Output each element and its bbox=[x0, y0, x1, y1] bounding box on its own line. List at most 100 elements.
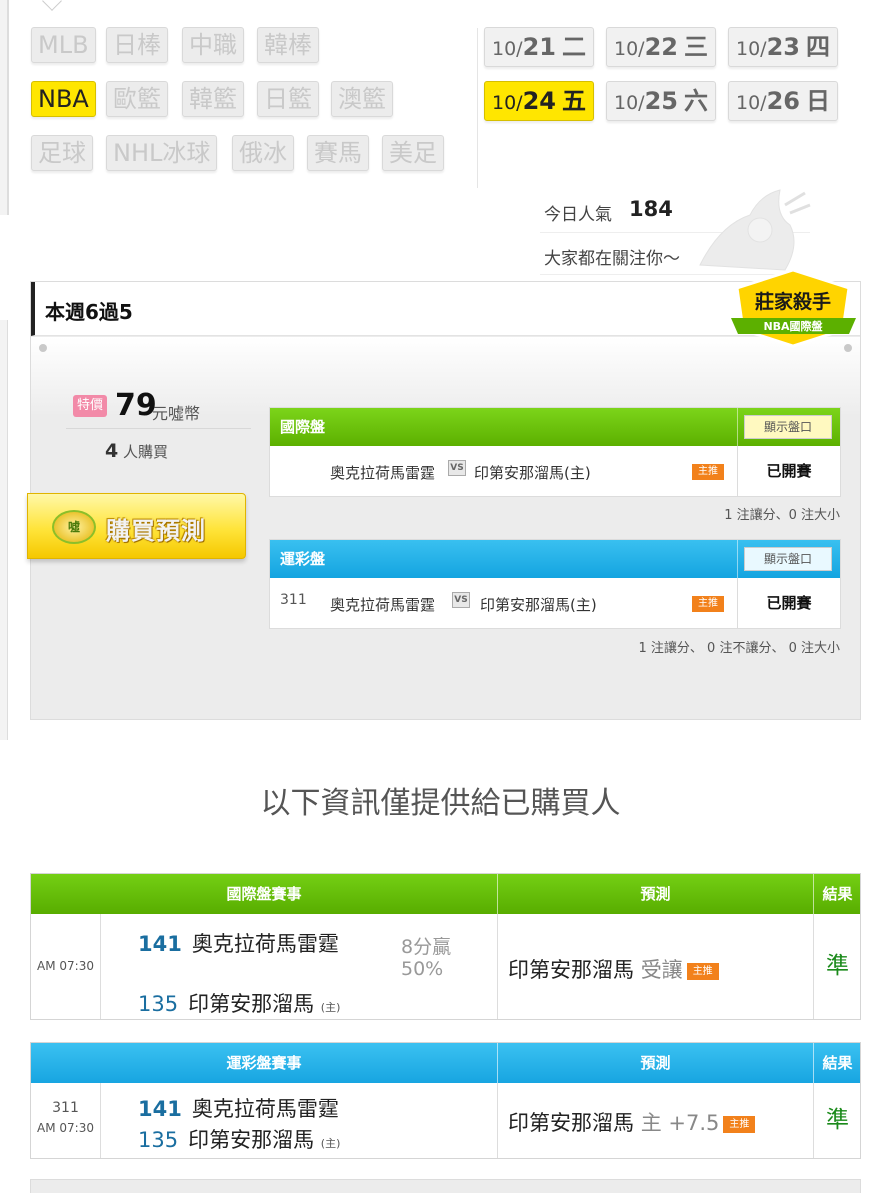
intl-result-header: 國際盤賽事 預測 結果 bbox=[31, 874, 860, 914]
date-month: 10/ bbox=[735, 92, 767, 114]
sale-tag: 特價 bbox=[73, 395, 107, 417]
game-number: 311 bbox=[280, 592, 307, 608]
next-panel bbox=[30, 1179, 861, 1193]
left-edge bbox=[0, 320, 8, 740]
date-day: 21 bbox=[522, 33, 556, 61]
sport-tab-korea-basketball[interactable]: 韓籃 bbox=[182, 81, 244, 117]
weekly-title: 本週6過5 bbox=[45, 300, 133, 324]
home-pick-tag: 主推 bbox=[692, 596, 724, 612]
date-month: 10/ bbox=[491, 38, 523, 60]
sport-tab-aus-basketball[interactable]: 澳籃 bbox=[331, 81, 393, 117]
date-month: 10/ bbox=[613, 92, 645, 114]
lottery-result-header: 運彩盤賽事 預測 結果 bbox=[31, 1043, 860, 1083]
price-unit: 元噓幣 bbox=[152, 404, 201, 423]
buy-prediction-label: 購買預測 bbox=[106, 517, 206, 545]
pick-row: 311 奧克拉荷馬雷霆 VS 印第安那溜馬(主) 主推 已開賽 bbox=[270, 578, 840, 628]
sport-tab-japan-basketball[interactable]: 日籃 bbox=[257, 81, 319, 117]
sport-tab-euro-basketball[interactable]: 歐籃 bbox=[106, 81, 168, 117]
sport-tab-kbo[interactable]: 韓棒 bbox=[257, 27, 319, 63]
buyer-label: 人購買 bbox=[123, 443, 169, 461]
date-tab[interactable]: 10/22 三 bbox=[606, 27, 716, 67]
col-result: 結果 bbox=[813, 874, 861, 914]
divider bbox=[477, 28, 478, 188]
col-result: 結果 bbox=[813, 1043, 861, 1083]
home-pick-tag: 主推 bbox=[692, 464, 724, 480]
sport-tab-khl[interactable]: 俄冰 bbox=[232, 135, 294, 171]
home-team-name: 印第安那溜馬 bbox=[188, 1128, 315, 1152]
away-team-number: 141 bbox=[138, 932, 182, 956]
weekly-record-panel: 本週6過5 莊家殺手 NBA國際盤 特價 79 元噓幣 4 人購買 噓 購買預測… bbox=[27, 268, 861, 720]
game-number: 311 bbox=[52, 1100, 79, 1116]
mascot-icon bbox=[699, 189, 811, 271]
home-team-line: 135 印第安那溜馬 (主) bbox=[138, 988, 340, 1018]
table-row: 311 AM 07:30 141 奧克拉荷馬雷霆 135 印第安那溜馬 (主) 印第… bbox=[31, 1083, 860, 1158]
sport-tab-npb[interactable]: 日棒 bbox=[106, 27, 168, 63]
coin-icon: 噓 bbox=[52, 510, 96, 544]
buyer-count: 4 人購買 bbox=[105, 440, 168, 462]
game-time-cell: 311 AM 07:30 bbox=[31, 1083, 101, 1158]
date-weekday: 日 bbox=[806, 87, 831, 115]
price-value: 79 bbox=[115, 388, 157, 423]
date-tab[interactable]: 10/26 日 bbox=[728, 81, 838, 121]
date-weekday: 二 bbox=[562, 33, 587, 61]
show-odds-button[interactable]: 顯示盤口 bbox=[744, 415, 832, 439]
popularity-subtitle: 大家都在關注你〜 bbox=[544, 249, 680, 269]
sport-tab-horse-racing[interactable]: 賽馬 bbox=[307, 135, 369, 171]
date-day: 23 bbox=[766, 33, 800, 61]
lottery-result-table: 運彩盤賽事 預測 結果 311 AM 07:30 141 奧克拉荷馬雷霆 135 印… bbox=[30, 1042, 861, 1159]
home-team-name: 印第安那溜馬 bbox=[188, 992, 315, 1016]
home-team: 印第安那溜馬(主) bbox=[474, 464, 591, 482]
date-weekday: 六 bbox=[684, 87, 709, 115]
intl-result-table: 國際盤賽事 預測 結果 AM 07:30 141 奧克拉荷馬雷霆 135 印第安那溜… bbox=[30, 873, 861, 1020]
away-team-name: 奧克拉荷馬雷霆 bbox=[191, 932, 339, 956]
sport-tab-mlb[interactable]: MLB bbox=[31, 27, 96, 63]
left-edge bbox=[0, 0, 8, 215]
score-percent: 50% bbox=[401, 958, 444, 980]
sport-date-panel: MLB 日棒 中職 韓棒 NBA 歐籃 韓籃 日籃 澳籃 足球 NHL冰球 俄冰… bbox=[8, 0, 881, 215]
sport-tab-nba[interactable]: NBA bbox=[31, 81, 96, 117]
game-status: 已開賽 bbox=[737, 578, 840, 628]
date-day: 24 bbox=[522, 87, 556, 115]
sport-tab-cpbl[interactable]: 中職 bbox=[182, 27, 244, 63]
prediction-handicap: 受讓 bbox=[640, 958, 683, 982]
badge-subtitle: NBA國際盤 bbox=[763, 319, 823, 333]
prediction-handicap: 主 +7.5 bbox=[640, 1111, 720, 1135]
vs-icon: VS bbox=[448, 460, 466, 476]
sport-tab-nhl[interactable]: NHL冰球 bbox=[106, 135, 218, 171]
home-team-number: 135 bbox=[138, 1128, 179, 1152]
col-prediction: 預測 bbox=[497, 874, 813, 914]
prediction-text: 印第安那溜馬 主 +7.5 主推 bbox=[508, 1107, 756, 1137]
purchaser-only-heading: 以下資訊僅提供給已購買人 bbox=[260, 786, 621, 821]
buy-prediction-button[interactable]: 噓 購買預測 bbox=[27, 493, 246, 559]
divider bbox=[737, 540, 738, 578]
away-team-line: 141 奧克拉荷馬雷霆 bbox=[138, 928, 339, 958]
result-mark: 準 bbox=[813, 1083, 861, 1158]
date-tab[interactable]: 10/23 四 bbox=[728, 27, 838, 67]
sport-tab-nfl[interactable]: 美足 bbox=[382, 135, 444, 171]
popularity-value: 184 bbox=[629, 197, 673, 221]
lottery-pick-header: 運彩盤 顯示盤口 bbox=[270, 540, 840, 578]
sport-tab-soccer[interactable]: 足球 bbox=[31, 135, 93, 171]
lottery-pick-table: 運彩盤 顯示盤口 311 奧克拉荷馬雷霆 VS 印第安那溜馬(主) 主推 已開賽 bbox=[269, 539, 841, 629]
home-team-number: 135 bbox=[138, 992, 179, 1016]
date-tab[interactable]: 10/25 六 bbox=[606, 81, 716, 121]
col-prediction: 預測 bbox=[497, 1043, 813, 1083]
date-month: 10/ bbox=[735, 38, 767, 60]
home-team-line: 135 印第安那溜馬 (主) bbox=[138, 1124, 340, 1154]
result-mark: 準 bbox=[813, 914, 861, 1019]
date-day: 22 bbox=[644, 33, 678, 61]
pick-note: 1 注讓分、0 注大小 bbox=[724, 508, 840, 523]
prediction-team: 印第安那溜馬 bbox=[508, 958, 634, 982]
away-team: 奧克拉荷馬雷霆 bbox=[330, 464, 436, 482]
badge-title: 莊家殺手 bbox=[755, 290, 831, 313]
date-month: 10/ bbox=[491, 92, 523, 114]
show-odds-button[interactable]: 顯示盤口 bbox=[744, 547, 832, 571]
date-tab[interactable]: 10/21 二 bbox=[484, 27, 594, 67]
score-margin: 8分贏 bbox=[401, 936, 452, 958]
prediction-cell: 印第安那溜馬 受讓 主推 bbox=[497, 914, 813, 1019]
intl-pick-header: 國際盤 顯示盤口 bbox=[270, 408, 840, 446]
buyer-number: 4 bbox=[105, 440, 119, 462]
away-team-line: 141 奧克拉荷馬雷霆 bbox=[138, 1093, 339, 1123]
date-tab-selected[interactable]: 10/24 五 bbox=[484, 81, 594, 121]
prediction-cell: 印第安那溜馬 主 +7.5 主推 bbox=[497, 1083, 813, 1158]
